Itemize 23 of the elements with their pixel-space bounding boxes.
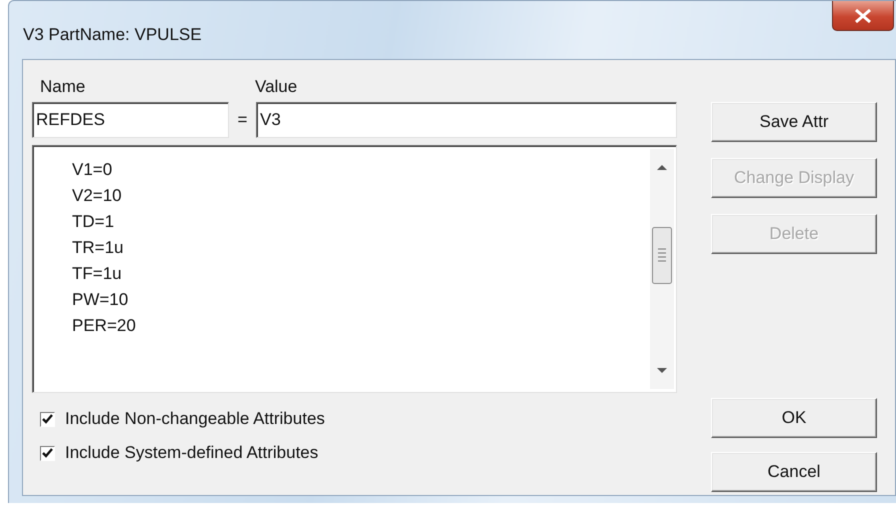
attribute-item[interactable]: TR=1u [69, 235, 126, 261]
save-button[interactable]: Save Attr [711, 102, 877, 142]
ok-button[interactable]: OK [711, 398, 877, 438]
equals-sign: = [236, 110, 248, 130]
checkbox[interactable] [40, 412, 55, 426]
close-button[interactable] [832, 1, 894, 31]
checkbox-label[interactable]: Include Non-changeable Attributes [65, 409, 325, 429]
attribute-item[interactable]: TD=1 [69, 209, 118, 235]
value-field[interactable]: V3 [256, 102, 677, 138]
attribute-item[interactable]: TF=1u [69, 261, 125, 287]
checkbox[interactable] [40, 446, 55, 460]
attribute-item[interactable]: V2=10 [69, 183, 125, 209]
value-label: Value [255, 77, 298, 98]
attribute-item[interactable]: PW=10 [69, 287, 132, 313]
name-field[interactable]: REFDES [32, 102, 229, 138]
close-icon [854, 8, 872, 22]
window-title: V3 PartName: VPULSE [23, 25, 202, 45]
attribute-item[interactable]: V1=0 [69, 157, 116, 183]
attribute-list[interactable]: V1=0 V2=10 TD=1 TR=1u TF=1u PW=10 PER=20 [32, 145, 677, 393]
cancel-button[interactable]: Cancel [711, 452, 877, 492]
attribute-item[interactable]: PER=20 [69, 313, 139, 339]
name-label: Name [40, 77, 86, 98]
checkbox-label[interactable]: Include System-defined Attributes [65, 443, 318, 463]
